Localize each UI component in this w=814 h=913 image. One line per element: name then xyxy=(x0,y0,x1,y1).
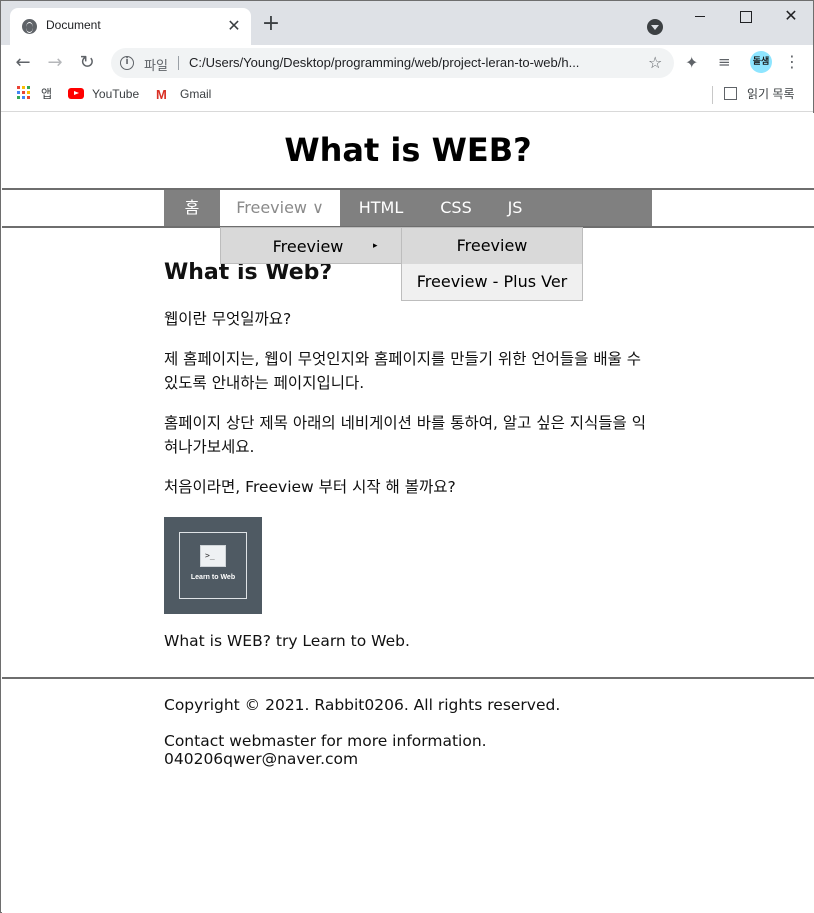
tab-title: Document xyxy=(46,18,101,32)
address-bar[interactable]: i 파일 C:/Users/Young/Desktop/programming/… xyxy=(111,48,674,78)
nav-css[interactable]: CSS xyxy=(422,190,490,226)
url-text[interactable]: C:/Users/Young/Desktop/programming/web/p… xyxy=(189,55,635,70)
bookmarks-divider xyxy=(712,86,713,104)
gmail-icon: M xyxy=(156,87,167,102)
url-scheme-label: 파일 xyxy=(144,59,168,74)
flyout-item-freeview[interactable]: Freeview xyxy=(402,228,582,264)
submenu-item-freeview[interactable]: Freeview xyxy=(221,237,395,256)
contact-email[interactable]: 040206qwer@naver.com xyxy=(164,750,652,768)
star-icon[interactable]: ☆ xyxy=(648,53,662,72)
contact-text: Contact webmaster for more information. xyxy=(164,732,487,750)
web-page: What is WEB? 홈 Freeview ∨ HTML CSS JS Wh… xyxy=(2,113,814,913)
browser-window: Document ✕ + ✕ ← → ↻ i 파일 C:/Users/Young… xyxy=(0,0,814,913)
paragraph: 제 홈페이지는, 웹이 무엇인지와 홈페이지를 만들기 위한 언어들을 배울 수… xyxy=(164,350,642,392)
kebab-menu-icon[interactable]: ⋮ xyxy=(784,52,800,71)
apps-grid-icon[interactable] xyxy=(17,86,31,100)
bookmark-apps[interactable]: 앱 xyxy=(41,87,52,105)
forward-icon[interactable]: → xyxy=(42,50,68,76)
bookmarks-bar: 앱 YouTube Gmail 읽기 목록 xyxy=(1,81,813,112)
submenu-arrow-icon: ▸ xyxy=(373,241,378,251)
tab-search-icon[interactable] xyxy=(647,19,663,35)
reading-list-icon[interactable] xyxy=(724,87,737,100)
freeview-flyout: Freeview Freeview - Plus Ver xyxy=(401,227,583,301)
image-logo-text: Learn to Web xyxy=(190,574,236,581)
reload-icon[interactable]: ↻ xyxy=(74,50,100,76)
freeview-submenu[interactable]: Freeview ▸ xyxy=(220,227,402,264)
minimize-button[interactable] xyxy=(677,1,723,33)
close-icon[interactable]: ✕ xyxy=(224,16,244,36)
puzzle-icon[interactable]: ✦ xyxy=(685,53,698,72)
omnibox-divider xyxy=(178,56,179,70)
paragraph: 홈페이지 상단 제목 아래의 네비게이션 바를 통하여, 알고 싶은 지식들을 … xyxy=(164,414,646,456)
main-nav: 홈 Freeview ∨ HTML CSS JS xyxy=(164,190,652,226)
avatar[interactable]: 돌샘 xyxy=(750,51,772,73)
copyright-text: Copyright © 2021. Rabbit0206. All rights… xyxy=(164,696,561,714)
terminal-icon: >_ xyxy=(200,545,226,567)
learn-to-web-image: >_ Learn to Web xyxy=(164,517,262,614)
paragraph: 웹이란 무엇일까요? xyxy=(164,310,292,328)
info-icon[interactable]: i xyxy=(120,56,134,70)
globe-icon xyxy=(22,19,37,34)
bookmark-youtube[interactable]: YouTube xyxy=(92,87,139,105)
plus-icon[interactable]: + xyxy=(259,13,283,37)
maximize-button[interactable] xyxy=(722,1,768,33)
tab-strip: Document ✕ + ✕ xyxy=(1,1,813,45)
bookmark-gmail[interactable]: Gmail xyxy=(180,87,211,105)
media-icon[interactable]: ≡ xyxy=(718,53,731,71)
nav-js[interactable]: JS xyxy=(490,190,540,226)
tab-document[interactable]: Document ✕ xyxy=(10,8,251,45)
footer-divider xyxy=(2,677,814,679)
footer: Copyright © 2021. Rabbit0206. All rights… xyxy=(164,696,652,768)
window-close-button[interactable]: ✕ xyxy=(768,1,814,33)
reading-list-label[interactable]: 읽기 목록 xyxy=(747,87,795,105)
nav-html[interactable]: HTML xyxy=(340,190,422,226)
youtube-icon xyxy=(68,88,84,99)
image-caption: What is WEB? try Learn to Web. xyxy=(164,632,410,650)
paragraph: 처음이라면, Freeview 부터 시작 해 볼까요? xyxy=(164,478,456,496)
back-icon[interactable]: ← xyxy=(10,50,36,76)
nav-home[interactable]: 홈 xyxy=(164,190,220,226)
page-title[interactable]: What is WEB? xyxy=(2,131,814,169)
flyout-item-freeview-plus[interactable]: Freeview - Plus Ver xyxy=(402,264,582,300)
browser-toolbar: ← → ↻ i 파일 C:/Users/Young/Desktop/progra… xyxy=(1,45,813,81)
nav-freeview[interactable]: Freeview ∨ xyxy=(220,190,340,226)
